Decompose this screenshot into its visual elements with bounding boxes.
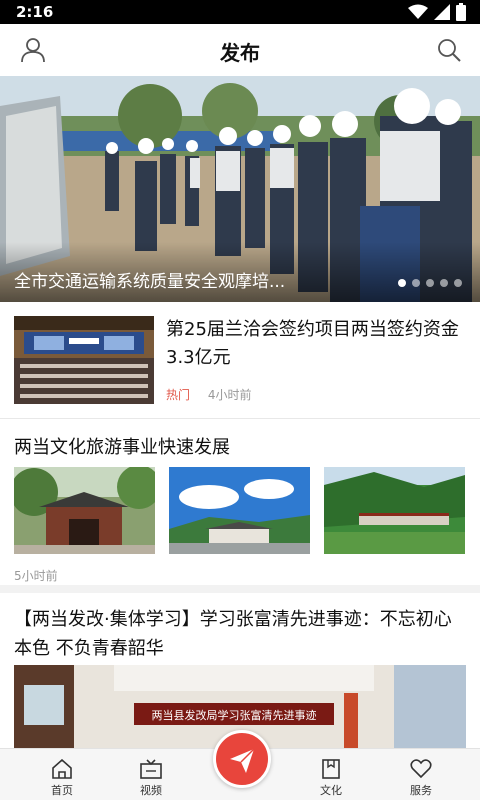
carousel-dot[interactable]	[398, 279, 406, 287]
news-thumbnail	[14, 316, 154, 404]
battery-icon	[456, 3, 466, 21]
carousel-dot[interactable]	[440, 279, 448, 287]
banner-caption: 全市交通运输系统质量安全观摩培...	[14, 272, 286, 292]
news-time: 5小时前	[14, 569, 58, 583]
news-image	[324, 467, 465, 554]
news-item[interactable]: 两当文化旅游事业快速发展 5小时前	[0, 419, 480, 593]
heart-icon	[410, 759, 432, 779]
news-time: 4小时前	[207, 388, 252, 402]
carousel-dot[interactable]	[454, 279, 462, 287]
news-title: 第25届兰洽会签约项目两当签约资金3.3亿元	[166, 319, 459, 368]
nav-culture-label: 文化	[320, 784, 342, 797]
carousel-dot[interactable]	[412, 279, 420, 287]
page-title: 发布	[220, 41, 260, 65]
news-image-group	[14, 467, 465, 554]
home-icon	[52, 759, 72, 779]
nav-home-label: 首页	[51, 784, 73, 797]
status-time: 2:16	[16, 3, 54, 21]
banner-carousel[interactable]: 全市交通运输系统质量安全观摩培...	[0, 76, 480, 302]
app-header: 发布	[0, 24, 480, 76]
news-meta: 热门 4小时前	[166, 386, 251, 403]
cellular-signal-icon	[434, 4, 450, 20]
paper-plane-icon	[230, 748, 255, 773]
carousel-indicator	[398, 279, 462, 287]
status-icons	[408, 3, 466, 21]
publish-button[interactable]	[213, 730, 271, 788]
meeting-banner-text: 两当县发改局学习张富清先进事迹	[152, 708, 317, 722]
nav-video-label: 视频	[140, 784, 162, 797]
nav-video[interactable]: 视频	[121, 749, 181, 800]
nav-service-label: 服务	[410, 784, 432, 797]
status-bar: 2:16	[0, 0, 480, 24]
news-item[interactable]: 第25届兰洽会签约项目两当签约资金3.3亿元 热门 4小时前	[0, 302, 480, 419]
hot-tag: 热门	[166, 388, 191, 402]
book-icon	[322, 759, 340, 779]
nav-culture[interactable]: 文化	[301, 749, 361, 800]
wifi-icon	[408, 4, 428, 19]
carousel-dot[interactable]	[426, 279, 434, 287]
nav-home[interactable]: 首页	[32, 749, 92, 800]
news-title: 两当文化旅游事业快速发展	[14, 437, 230, 458]
news-title: 【两当发改·集体学习】学习张富清先进事迹：不忘初心本色 不负青春韶华	[14, 609, 452, 659]
nav-service[interactable]: 服务	[391, 749, 451, 800]
tv-icon	[140, 759, 162, 779]
news-image	[14, 467, 155, 554]
search-icon[interactable]	[436, 37, 462, 63]
news-image	[169, 467, 310, 554]
